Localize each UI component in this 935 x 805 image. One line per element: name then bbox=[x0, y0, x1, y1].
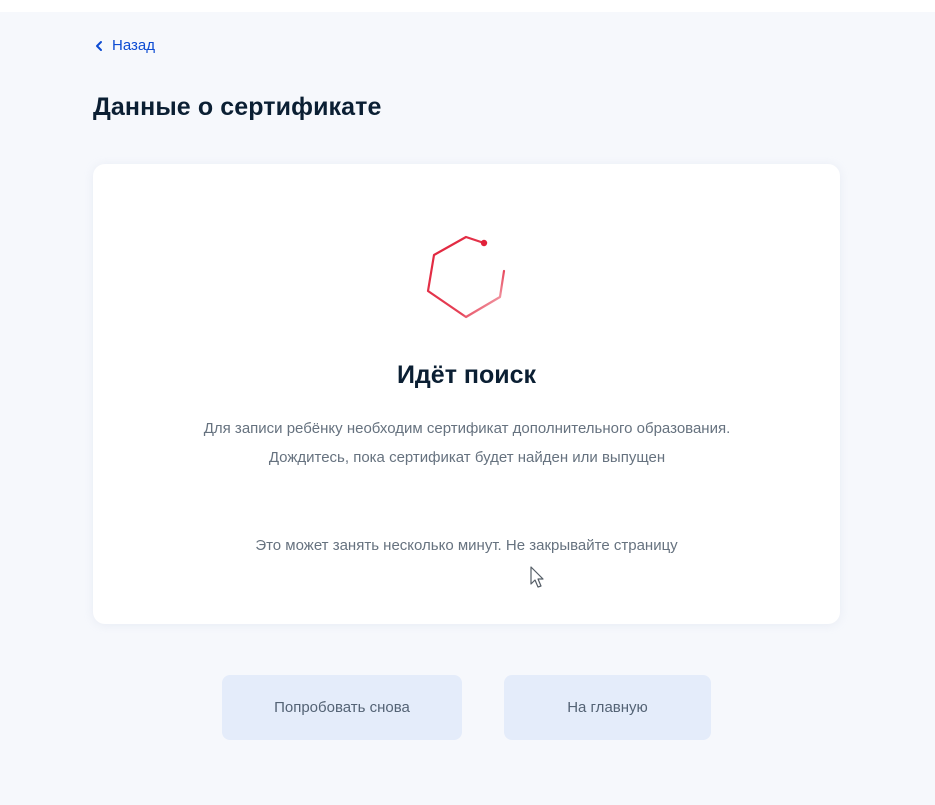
home-button[interactable]: На главную bbox=[504, 675, 711, 740]
top-strip bbox=[0, 0, 935, 12]
status-note: Это может занять несколько минут. Не зак… bbox=[255, 537, 678, 554]
page-title: Данные о сертификате bbox=[93, 93, 382, 121]
retry-button[interactable]: Попробовать снова bbox=[222, 675, 462, 740]
search-status-card: Идёт поиск Для записи ребёнку необходим … bbox=[93, 164, 840, 624]
mouse-pointer-icon bbox=[530, 566, 544, 588]
chevron-left-icon bbox=[96, 40, 102, 51]
hexagon-spinner-icon bbox=[426, 235, 506, 319]
status-description: Для записи ребёнку необходим сертификат … bbox=[203, 420, 731, 466]
back-link-label: Назад bbox=[112, 37, 155, 54]
status-title: Идёт поиск bbox=[396, 361, 537, 389]
back-link[interactable]: Назад bbox=[93, 37, 155, 54]
page: Назад Данные о сертификате Идёт поиск Дл… bbox=[0, 0, 935, 805]
